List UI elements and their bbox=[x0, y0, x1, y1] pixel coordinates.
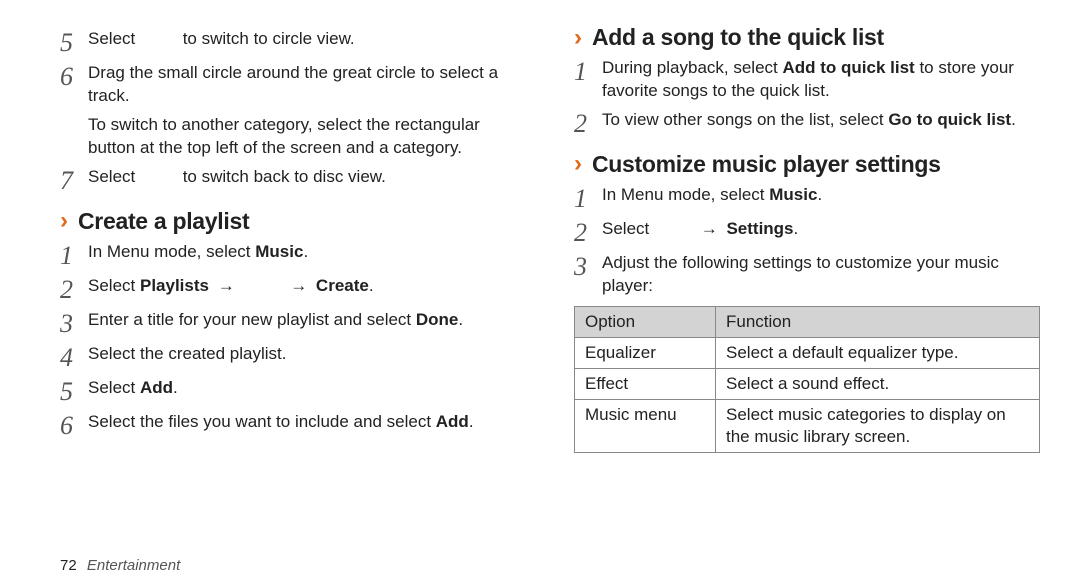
step-number: 6 bbox=[60, 62, 88, 90]
step-body: Drag the small circle around the great c… bbox=[88, 62, 526, 160]
step-number: 2 bbox=[60, 275, 88, 303]
settings-table: Option Function EqualizerSelect a defaul… bbox=[574, 306, 1040, 453]
numbered-step: 4Select the created playlist. bbox=[60, 343, 526, 371]
step-text: Select the created playlist. bbox=[88, 344, 286, 363]
two-column-layout: 5Select to switch to circle view.6Drag t… bbox=[60, 24, 1040, 557]
function-cell: Select a sound effect. bbox=[716, 368, 1040, 399]
step-body: To view other songs on the list, select … bbox=[602, 109, 1040, 132]
step-number: 3 bbox=[60, 309, 88, 337]
step-number: 1 bbox=[574, 184, 602, 212]
function-cell: Select music categories to display on th… bbox=[716, 400, 1040, 453]
numbered-step: 2Select Playlists → → Create. bbox=[60, 275, 526, 303]
step-body: Adjust the following settings to customi… bbox=[602, 252, 1040, 298]
col-function: Function bbox=[716, 306, 1040, 337]
step-text: To view other songs on the list, select … bbox=[602, 110, 1016, 129]
step-text: Drag the small circle around the great c… bbox=[88, 63, 498, 105]
heading-text: Add a song to the quick list bbox=[592, 24, 884, 51]
heading-settings: › Customize music player settings bbox=[574, 151, 1040, 178]
step-body: Select → Settings. bbox=[602, 218, 1040, 241]
chevron-icon: › bbox=[574, 152, 582, 176]
step-number: 1 bbox=[574, 57, 602, 85]
function-cell: Select a default equalizer type. bbox=[716, 337, 1040, 368]
step-body: In Menu mode, select Music. bbox=[602, 184, 1040, 207]
numbered-step: 6Select the files you want to include an… bbox=[60, 411, 526, 439]
step-text: Adjust the following settings to customi… bbox=[602, 253, 999, 295]
heading-text: Customize music player settings bbox=[592, 151, 941, 178]
table-header-row: Option Function bbox=[575, 306, 1040, 337]
option-cell: Music menu bbox=[575, 400, 716, 453]
step-text: Select → Settings. bbox=[602, 219, 798, 238]
step-text: Select to switch to circle view. bbox=[88, 29, 355, 48]
chevron-icon: › bbox=[574, 26, 582, 50]
step-text: Select Add. bbox=[88, 378, 178, 397]
playlist-steps: 1In Menu mode, select Music.2Select Play… bbox=[60, 241, 526, 439]
step-text: Select to switch back to disc view. bbox=[88, 167, 386, 186]
numbered-step: 3Adjust the following settings to custom… bbox=[574, 252, 1040, 298]
step-body: During playback, select Add to quick lis… bbox=[602, 57, 1040, 103]
numbered-step: 1In Menu mode, select Music. bbox=[60, 241, 526, 269]
step-number: 5 bbox=[60, 377, 88, 405]
step-text: In Menu mode, select Music. bbox=[88, 242, 308, 261]
left-column: 5Select to switch to circle view.6Drag t… bbox=[60, 24, 526, 557]
step-body: In Menu mode, select Music. bbox=[88, 241, 526, 264]
step-body: Select Playlists → → Create. bbox=[88, 275, 526, 298]
step-body: Enter a title for your new playlist and … bbox=[88, 309, 526, 332]
heading-create-playlist: › Create a playlist bbox=[60, 208, 526, 235]
numbered-step: 1During playback, select Add to quick li… bbox=[574, 57, 1040, 103]
page-number: 72 bbox=[60, 557, 77, 574]
numbered-step: 7Select to switch back to disc view. bbox=[60, 166, 526, 194]
manual-page: 5Select to switch to circle view.6Drag t… bbox=[0, 0, 1080, 586]
step-text: In Menu mode, select Music. bbox=[602, 185, 822, 204]
step-number: 2 bbox=[574, 218, 602, 246]
numbered-step: 6Drag the small circle around the great … bbox=[60, 62, 526, 160]
continued-steps: 5Select to switch to circle view.6Drag t… bbox=[60, 28, 526, 194]
step-number: 5 bbox=[60, 28, 88, 56]
numbered-step: 5Select Add. bbox=[60, 377, 526, 405]
step-text: Select the files you want to include and… bbox=[88, 412, 474, 431]
step-body: Select Add. bbox=[88, 377, 526, 400]
step-body: Select to switch back to disc view. bbox=[88, 166, 526, 189]
chevron-icon: › bbox=[60, 209, 68, 233]
option-cell: Equalizer bbox=[575, 337, 716, 368]
step-text: Enter a title for your new playlist and … bbox=[88, 310, 463, 329]
step-number: 6 bbox=[60, 411, 88, 439]
table-row: EffectSelect a sound effect. bbox=[575, 368, 1040, 399]
numbered-step: 2To view other songs on the list, select… bbox=[574, 109, 1040, 137]
option-cell: Effect bbox=[575, 368, 716, 399]
step-body: Select the created playlist. bbox=[88, 343, 526, 366]
step-body: Select to switch to circle view. bbox=[88, 28, 526, 51]
numbered-step: 3Enter a title for your new playlist and… bbox=[60, 309, 526, 337]
step-number: 2 bbox=[574, 109, 602, 137]
step-number: 1 bbox=[60, 241, 88, 269]
table-row: Music menuSelect music categories to dis… bbox=[575, 400, 1040, 453]
settings-steps: 1In Menu mode, select Music.2Select → Se… bbox=[574, 184, 1040, 298]
heading-quicklist: › Add a song to the quick list bbox=[574, 24, 1040, 51]
step-number: 4 bbox=[60, 343, 88, 371]
col-option: Option bbox=[575, 306, 716, 337]
numbered-step: 5Select to switch to circle view. bbox=[60, 28, 526, 56]
quicklist-steps: 1During playback, select Add to quick li… bbox=[574, 57, 1040, 137]
right-column: › Add a song to the quick list 1During p… bbox=[574, 24, 1040, 557]
table-row: EqualizerSelect a default equalizer type… bbox=[575, 337, 1040, 368]
step-text: Select Playlists → → Create. bbox=[88, 276, 374, 295]
numbered-step: 2Select → Settings. bbox=[574, 218, 1040, 246]
step-number: 7 bbox=[60, 166, 88, 194]
step-text: During playback, select Add to quick lis… bbox=[602, 58, 1014, 100]
step-number: 3 bbox=[574, 252, 602, 280]
heading-text: Create a playlist bbox=[78, 208, 249, 235]
step-body: Select the files you want to include and… bbox=[88, 411, 526, 434]
page-footer: 72 Entertainment bbox=[60, 557, 1040, 574]
step-subtext: To switch to another category, select th… bbox=[88, 114, 526, 160]
section-name: Entertainment bbox=[87, 557, 180, 574]
numbered-step: 1In Menu mode, select Music. bbox=[574, 184, 1040, 212]
